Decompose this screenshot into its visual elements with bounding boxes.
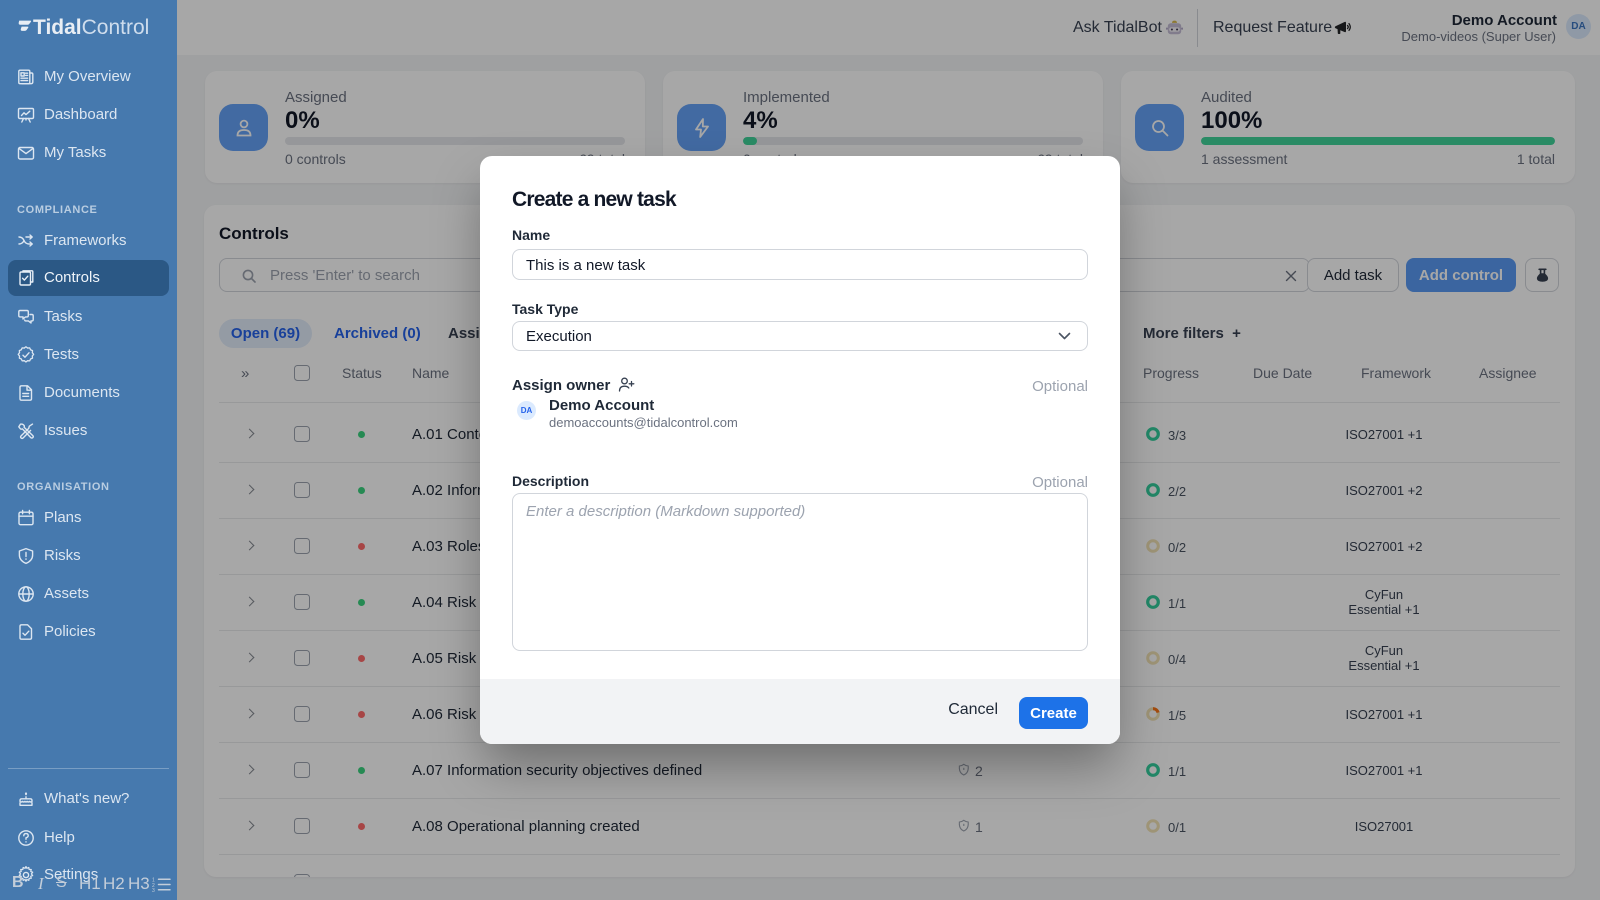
svg-text:3: 3 bbox=[152, 888, 155, 892]
